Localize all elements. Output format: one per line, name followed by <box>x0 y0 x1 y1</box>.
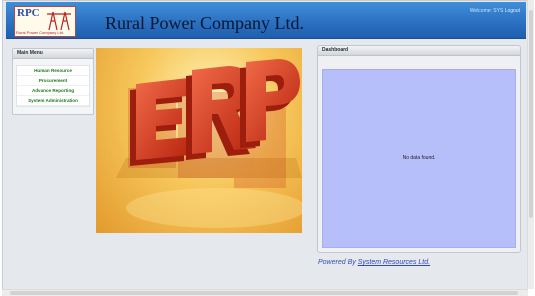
logout-link[interactable]: Logout <box>505 8 520 14</box>
dashboard-panel: Dashboard No data found. <box>317 45 521 253</box>
logo-text: RPC <box>17 7 40 19</box>
main-menu-list: Human Resource Procurement Advance Repor… <box>16 65 90 107</box>
welcome-bar: Welcome: SYS Logout <box>470 8 520 14</box>
erp-3d-letters <box>116 59 302 228</box>
menu-item-system-administration[interactable]: System Administration <box>17 96 89 106</box>
erp-banner-image <box>96 48 302 233</box>
app-header: RPC Rural Power Company Ltd. Rural Power… <box>6 2 526 39</box>
menu-item-procurement[interactable]: Procurement <box>17 76 89 86</box>
main-menu-panel: Main Menu Human Resource Procurement Adv… <box>12 48 94 115</box>
pylon-icon <box>47 11 71 31</box>
page-title: Rural Power Company Ltd. <box>105 13 304 33</box>
dashboard-content: No data found. <box>322 69 516 248</box>
logo-subtitle: Rural Power Company Ltd. <box>16 30 65 35</box>
footer-link[interactable]: System Resources Ltd. <box>358 259 430 266</box>
welcome-text: Welcome: SYS <box>469 8 504 14</box>
menu-item-advance-reporting[interactable]: Advance Reporting <box>17 86 89 96</box>
footer-credit: Powered By System Resources Ltd. <box>318 259 430 266</box>
dashboard-title: Dashboard <box>318 46 520 56</box>
footer-prefix: Powered By <box>318 259 356 266</box>
vertical-scroll-thumb[interactable] <box>529 10 533 218</box>
menu-item-human-resource[interactable]: Human Resource <box>17 66 89 76</box>
empty-state-text: No data found. <box>402 155 436 161</box>
company-logo[interactable]: RPC Rural Power Company Ltd. <box>14 6 76 37</box>
vertical-scrollbar[interactable] <box>527 0 534 289</box>
horizontal-scrollbar[interactable] <box>2 289 528 296</box>
main-menu-title: Main Menu <box>13 49 93 59</box>
horizontal-scroll-thumb[interactable] <box>10 291 518 295</box>
